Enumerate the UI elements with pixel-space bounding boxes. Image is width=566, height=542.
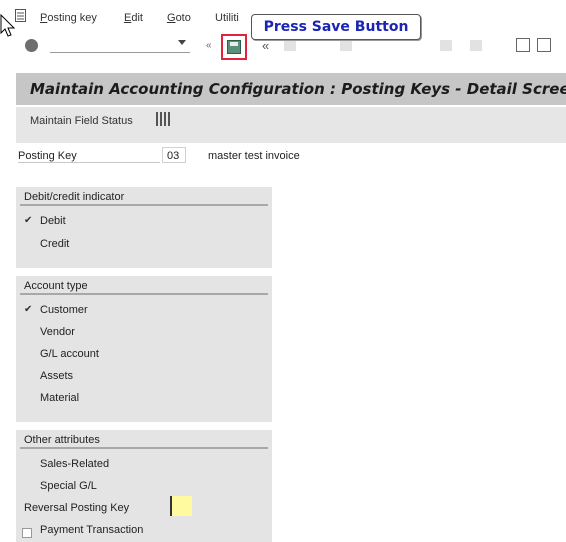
payment-transaction-label: Payment Transaction [40, 524, 144, 536]
other-attributes-group: Other attributes Sales-Related Special G… [16, 430, 272, 542]
other-attributes-title: Other attributes [24, 434, 100, 446]
save-disk-icon [227, 40, 241, 54]
find-icon[interactable] [470, 40, 482, 51]
page-title: Maintain Accounting Configuration : Post… [30, 80, 566, 98]
radio-material-label: Material [40, 392, 80, 404]
menu-goto-label: oto [175, 12, 191, 24]
group-divider [20, 447, 268, 449]
chevron-down-icon[interactable] [178, 40, 186, 45]
debit-credit-title: Debit/credit indicator [24, 191, 125, 203]
menu-goto-mnemonic: G [167, 12, 176, 24]
menu-utilities-label: Utiliti [215, 12, 239, 24]
field-status-grid-icon[interactable] [156, 112, 170, 126]
posting-key-description: master test invoice [208, 150, 300, 162]
print-icon[interactable] [440, 40, 452, 51]
posting-key-field[interactable]: 03 [162, 147, 186, 163]
account-type-group: Account type ✔ Customer Vendor G/L accou… [16, 276, 272, 422]
posting-key-label: Posting Key [18, 150, 77, 162]
layout-icon[interactable] [516, 38, 530, 52]
radio-customer-label: Customer [40, 304, 88, 316]
radio-gl-account-label: G/L account [40, 348, 99, 360]
enter-check-icon[interactable] [25, 39, 38, 52]
menu-edit[interactable]: Edit [124, 12, 143, 24]
title-bar: Maintain Accounting Configuration : Post… [16, 73, 566, 105]
double-chevron-left-icon: « [206, 40, 212, 51]
payment-transaction-checkbox[interactable] [22, 528, 32, 538]
group-divider [20, 204, 268, 206]
radio-assets-label: Assets [40, 370, 74, 382]
menu-posting-key-label: osting key [47, 12, 97, 24]
debit-credit-group: Debit/credit indicator ✔ Debit Credit [16, 187, 272, 268]
reversal-posting-key-label: Reversal Posting Key [24, 502, 130, 514]
exit-icon[interactable] [284, 40, 296, 51]
application-toolbar: Maintain Field Status [16, 107, 566, 143]
posting-key-label-line [18, 162, 160, 163]
reversal-posting-key-field[interactable] [170, 496, 192, 516]
radio-selected-icon: ✔ [24, 215, 33, 226]
save-tooltip: Press Save Button [251, 14, 421, 40]
radio-credit-label: Credit [40, 238, 70, 250]
radio-selected-icon: ✔ [24, 304, 33, 315]
save-button[interactable] [221, 34, 247, 60]
menu-goto[interactable]: Goto [167, 12, 191, 24]
radio-debit-label: Debit [40, 215, 66, 227]
cancel-icon[interactable] [340, 40, 352, 51]
document-icon[interactable] [15, 9, 26, 22]
account-type-title: Account type [24, 280, 88, 292]
customize-icon[interactable] [537, 38, 551, 52]
radio-vendor-label: Vendor [40, 326, 75, 338]
group-divider [20, 293, 268, 295]
menu-utilities[interactable]: Utiliti [215, 12, 239, 24]
menu-edit-label: dit [131, 12, 143, 24]
menu-posting-key[interactable]: Posting key [40, 12, 97, 24]
back-chevron-icon[interactable]: « [262, 38, 269, 53]
sales-related-label: Sales-Related [40, 458, 110, 470]
special-gl-label: Special G/L [40, 480, 97, 492]
maintain-field-status-button[interactable]: Maintain Field Status [30, 115, 133, 127]
command-field[interactable] [50, 38, 190, 53]
